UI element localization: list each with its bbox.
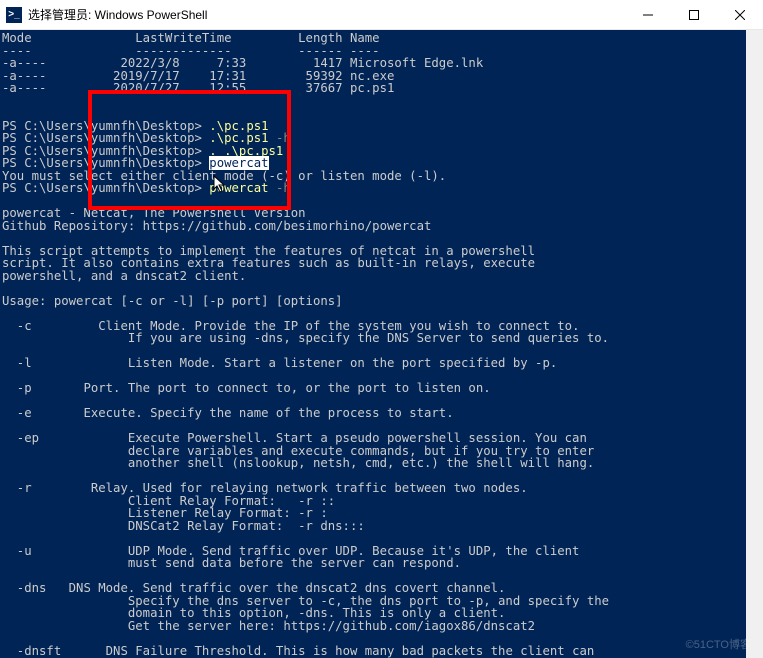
titlebar: >_ 选择管理员: Windows PowerShell bbox=[0, 0, 763, 30]
close-button[interactable] bbox=[717, 0, 763, 30]
minimize-button[interactable] bbox=[625, 0, 671, 30]
maximize-button[interactable] bbox=[671, 0, 717, 30]
vertical-scrollbar[interactable] bbox=[746, 30, 763, 658]
close-icon bbox=[735, 10, 745, 20]
watermark-text: ©51CTO博客 bbox=[686, 636, 751, 652]
terminal-content: Mode LastWriteTime Length Name---- -----… bbox=[0, 30, 763, 657]
window-title: 选择管理员: Windows PowerShell bbox=[28, 6, 625, 23]
window-controls bbox=[625, 0, 763, 30]
maximize-icon bbox=[689, 10, 699, 20]
powershell-icon: >_ bbox=[6, 7, 22, 23]
minimize-icon bbox=[643, 10, 653, 20]
terminal-viewport[interactable]: Mode LastWriteTime Length Name---- -----… bbox=[0, 30, 763, 658]
